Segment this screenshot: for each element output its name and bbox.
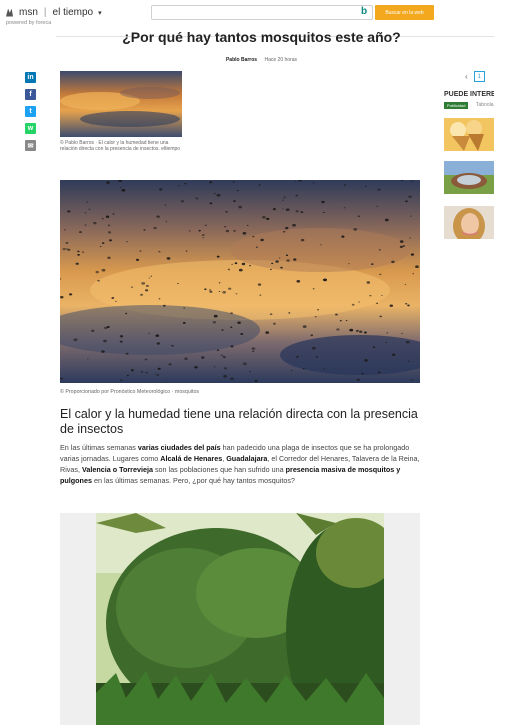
article-subheading: El calor y la humedad tiene una relación… bbox=[60, 407, 418, 436]
pager-page[interactable]: 1 bbox=[473, 71, 485, 82]
chevron-down-icon[interactable]: ▾ bbox=[98, 9, 102, 17]
msn-logo[interactable]: msn | el tiempo ▾ bbox=[6, 7, 102, 18]
mosquito-swarm-image[interactable] bbox=[60, 180, 420, 383]
rail-source[interactable]: Taboola bbox=[476, 102, 496, 108]
paragraph-text: son las poblaciones que han sufrido una bbox=[152, 465, 286, 474]
paragraph-text: En las últimas semanas bbox=[60, 443, 138, 452]
rail-thumbnail-landscape[interactable] bbox=[444, 161, 494, 194]
paragraph-emphasis: Guadalajara bbox=[226, 454, 268, 463]
main-image-caption: © Proporcionado por Pronóstico Meteoroló… bbox=[60, 389, 200, 395]
author-name[interactable]: Pablo Barros bbox=[226, 57, 257, 63]
rail-thumbnail-icecream[interactable] bbox=[444, 118, 494, 151]
whatsapp-icon[interactable]: w bbox=[25, 123, 36, 134]
headline-area: ¿Por qué hay tantos mosquitos este año? bbox=[0, 26, 523, 46]
hero-thumbnail-image[interactable] bbox=[60, 71, 182, 137]
brand-name: msn bbox=[19, 7, 38, 18]
msn-butterfly-icon bbox=[6, 8, 16, 18]
article-paragraph: En las últimas semanas varias ciudades d… bbox=[60, 442, 422, 486]
twitter-icon[interactable]: t bbox=[25, 106, 36, 117]
rail-title: PUEDE INTERESARTE bbox=[444, 91, 494, 98]
publish-time: Hace 20 horas bbox=[264, 57, 298, 63]
hero-caption: © Pablo Barros · El calor y la humedad t… bbox=[60, 140, 181, 152]
paragraph-text: en las últimas semanas. Pero, ¿por qué h… bbox=[91, 476, 295, 485]
linkedin-icon[interactable]: in bbox=[25, 72, 36, 83]
brand-separator: | bbox=[43, 7, 47, 18]
search-input[interactable] bbox=[151, 5, 373, 20]
byline: Pablo Barros Hace 20 horas bbox=[0, 57, 523, 63]
email-icon[interactable]: ✉ bbox=[25, 140, 36, 151]
tree-image[interactable] bbox=[96, 513, 384, 725]
paragraph-emphasis: varias ciudades del país bbox=[137, 443, 221, 452]
web-search-button[interactable]: Buscar en la web bbox=[375, 5, 434, 20]
chevron-left-icon[interactable]: ‹ bbox=[465, 72, 468, 81]
section-menu[interactable]: el tiempo bbox=[53, 7, 94, 18]
tree-image-frame bbox=[60, 513, 420, 725]
rail-pager: ‹ 1 bbox=[465, 71, 485, 82]
rail-thumbnail-portrait[interactable] bbox=[444, 206, 494, 239]
share-rail: in f t w ✉ bbox=[25, 72, 37, 157]
bing-icon: b bbox=[361, 6, 368, 17]
page-title: ¿Por qué hay tantos mosquitos este año? bbox=[122, 29, 401, 45]
sponsored-badge: Publicidad bbox=[444, 102, 469, 109]
facebook-icon[interactable]: f bbox=[25, 89, 36, 100]
paragraph-emphasis: Alcalá de Henares bbox=[160, 454, 223, 463]
paragraph-emphasis: Valencia o Torrevieja bbox=[81, 465, 153, 474]
